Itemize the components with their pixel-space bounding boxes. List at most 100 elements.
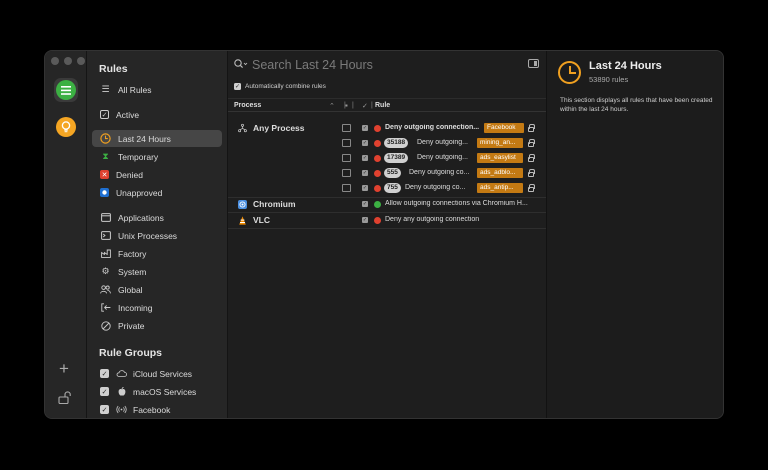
book-icon[interactable] xyxy=(342,139,351,147)
sidebar-item-denied[interactable]: ✕ Denied xyxy=(92,166,222,183)
unapproved-icon xyxy=(100,188,109,197)
sidebar-item-label: Incoming xyxy=(118,302,153,313)
rule-description: Deny outgoing... xyxy=(417,154,468,161)
group-item-label: iCloud Services xyxy=(133,368,193,379)
any-process-icon xyxy=(238,123,247,133)
minimize-window-button[interactable] xyxy=(64,57,72,65)
sidebar-item-label: Unapproved xyxy=(116,187,163,198)
toggle-inspector-icon[interactable] xyxy=(528,59,539,68)
sidebar-item-label: All Rules xyxy=(118,84,152,95)
sidebar-item-factory[interactable]: Factory xyxy=(92,245,222,262)
group-checkbox[interactable]: ✓ xyxy=(100,369,109,378)
app-window: + Rules ☰ All Rules ✓ Active Last 24 Hou… xyxy=(44,50,724,419)
gear-icon: ⚙ xyxy=(101,266,110,276)
sidebar-item-global[interactable]: Global xyxy=(92,281,222,298)
close-window-button[interactable] xyxy=(51,57,59,65)
group-item-facebook[interactable]: ✓ Facebook xyxy=(92,401,222,418)
combine-rules-option[interactable]: ✓ Automatically combine rules xyxy=(234,83,326,90)
table-row[interactable]: ✓ 755 Deny outgoing co... ads_antip... xyxy=(228,181,546,196)
table-row[interactable]: ✓ 17389 Deny outgoing... ads_easylist xyxy=(228,151,546,166)
sidebar-item-unix-processes[interactable]: Unix Processes xyxy=(92,227,222,244)
combine-rules-label: Automatically combine rules xyxy=(245,83,326,90)
sidebar-item-unapproved[interactable]: Unapproved xyxy=(92,184,222,201)
table-row[interactable]: Chromium ✓ Allow outgoing connections vi… xyxy=(228,197,546,212)
sidebar-item-temporary[interactable]: ⧗ Temporary xyxy=(92,148,222,165)
sidebar-item-incoming[interactable]: Incoming xyxy=(92,299,222,316)
clock-icon xyxy=(558,61,581,84)
sidebar-item-active[interactable]: ✓ Active xyxy=(92,106,222,123)
table-row[interactable]: ✓ 35188 Deny outgoing... mining_an... xyxy=(228,136,546,151)
sidebar-item-label: Factory xyxy=(118,248,147,259)
book-icon[interactable] xyxy=(342,124,351,132)
hourglass-icon: ⧗ xyxy=(102,151,109,161)
add-rule-button[interactable]: + xyxy=(59,360,69,377)
group-item-macos-services[interactable]: ✓ macOS Services xyxy=(92,383,222,400)
cloud-icon xyxy=(116,370,127,377)
rule-groups-heading: Rule Groups xyxy=(99,347,163,359)
column-check-icon[interactable]: ✓ xyxy=(362,102,368,110)
combine-rules-checkbox[interactable]: ✓ xyxy=(234,83,241,90)
prohibited-icon xyxy=(100,320,111,331)
book-icon[interactable] xyxy=(342,169,351,177)
book-icon[interactable] xyxy=(342,154,351,162)
sidebar-item-all-rules[interactable]: ☰ All Rules xyxy=(92,81,222,98)
column-active-dot-icon[interactable]: ▪ xyxy=(345,101,348,110)
rule-checkbox[interactable]: ✓ xyxy=(362,125,368,131)
group-item-icloud-services[interactable]: ✓ iCloud Services xyxy=(92,365,222,382)
sidebar-item-private[interactable]: Private xyxy=(92,317,222,334)
column-separator: | xyxy=(371,102,373,109)
lock-icon xyxy=(528,139,535,147)
users-icon xyxy=(100,284,111,295)
rule-checkbox[interactable]: ✓ xyxy=(362,140,368,146)
column-rule[interactable]: Rule xyxy=(375,102,390,109)
rule-checkbox[interactable]: ✓ xyxy=(362,170,368,176)
rule-tag: ads_antip... xyxy=(477,183,523,193)
zoom-window-button[interactable] xyxy=(77,57,85,65)
deny-status-dot xyxy=(374,155,381,162)
unlock-icon[interactable] xyxy=(58,391,72,409)
sidebar-item-system[interactable]: ⚙ System xyxy=(92,263,222,280)
sidebar-item-applications[interactable]: Applications xyxy=(92,209,222,226)
sidebar-item-label: Unix Processes xyxy=(118,230,178,241)
rules-heading: Rules xyxy=(99,63,128,75)
tips-view-button[interactable] xyxy=(54,115,78,139)
detail-description: This section displays all rules that hav… xyxy=(560,97,713,113)
rule-tag: mining_an... xyxy=(477,138,523,148)
column-separator: | xyxy=(352,102,354,109)
column-process[interactable]: Process xyxy=(234,102,261,109)
rules-view-button[interactable] xyxy=(54,78,78,102)
detail-title: Last 24 Hours xyxy=(589,60,662,72)
rule-description: Deny outgoing connection... xyxy=(385,124,480,131)
sidebar-item-last-24-hours[interactable]: Last 24 Hours xyxy=(92,130,222,147)
deny-status-dot xyxy=(374,140,381,147)
search-icon[interactable] xyxy=(234,58,248,72)
table-row[interactable]: VLC ✓ Deny any outgoing connection xyxy=(228,213,546,228)
rule-checkbox[interactable]: ✓ xyxy=(362,185,368,191)
group-checkbox[interactable]: ✓ xyxy=(100,405,109,414)
rule-count-badge: 555 xyxy=(384,168,401,178)
search-bar[interactable] xyxy=(234,57,534,73)
book-icon[interactable] xyxy=(342,184,351,192)
rule-checkbox[interactable]: ✓ xyxy=(362,201,368,207)
deny-status-dot xyxy=(374,125,381,132)
lightbulb-icon xyxy=(56,117,76,137)
sidebar-item-label: Denied xyxy=(116,169,143,180)
rules-list-pane: ✓ Automatically combine rules Process ⌃ … xyxy=(228,51,546,418)
table-row[interactable]: Any Process ✓ Deny outgoing connection..… xyxy=(228,121,546,136)
group-item-label: Facebook xyxy=(133,404,171,415)
process-name: VLC xyxy=(238,215,270,225)
rule-description: Deny outgoing co... xyxy=(405,184,466,191)
lock-icon xyxy=(528,154,535,162)
search-input[interactable] xyxy=(252,58,502,72)
row-divider xyxy=(228,228,546,229)
table-row[interactable]: ✓ 555 Deny outgoing co... ads_adblo... xyxy=(228,166,546,181)
sidebar-item-label: Global xyxy=(118,284,143,295)
lock-icon xyxy=(528,124,535,132)
incoming-icon xyxy=(100,302,111,313)
group-checkbox[interactable]: ✓ xyxy=(100,387,109,396)
rule-checkbox[interactable]: ✓ xyxy=(362,217,368,223)
rule-checkbox[interactable]: ✓ xyxy=(362,155,368,161)
sort-chevron-up-icon[interactable]: ⌃ xyxy=(329,102,335,110)
deny-status-dot xyxy=(374,217,381,224)
process-name: Chromium xyxy=(238,199,296,209)
